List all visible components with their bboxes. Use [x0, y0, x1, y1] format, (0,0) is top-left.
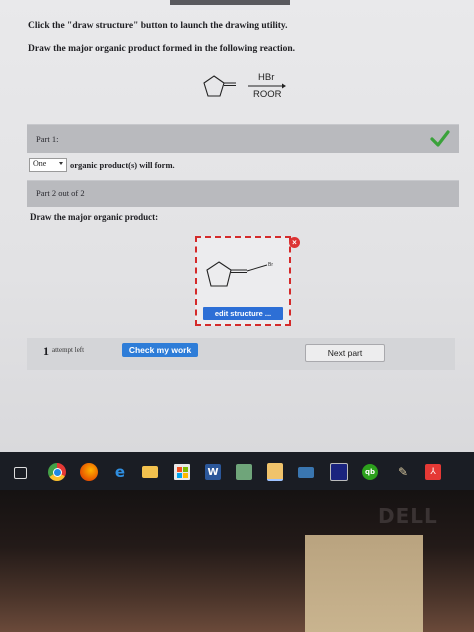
attempts-count: 1: [43, 344, 49, 358]
product-structure-drawing: Br: [206, 261, 273, 287]
attempts-label: attempt left: [52, 346, 85, 354]
photos-icon[interactable]: [267, 463, 283, 481]
reagent-hbr: HBr: [258, 72, 275, 83]
tool-icon[interactable]: ✎: [395, 464, 411, 480]
product-count-select[interactable]: One: [29, 158, 67, 172]
task-view-icon[interactable]: [14, 467, 27, 479]
monitor-brand-logo: DELL: [378, 504, 438, 528]
monitor-icon[interactable]: [330, 463, 348, 481]
top-tab-strip: [170, 0, 290, 5]
chevron-down-icon: [59, 162, 63, 165]
store-icon[interactable]: [174, 464, 190, 480]
part2-prompt: Draw the major organic product:: [30, 212, 159, 222]
instruction-draw-structure: Click the "draw structure" button to lau…: [28, 21, 288, 31]
excel-icon[interactable]: [236, 464, 252, 480]
check-my-work-button[interactable]: Check my work: [122, 343, 198, 357]
reaction-scheme: HBr ROOR: [196, 66, 296, 110]
reactant-methylenecyclopentane-structure: [203, 75, 286, 97]
part2-header: Part 2 out of 2: [27, 180, 459, 207]
file-explorer-icon[interactable]: [142, 466, 158, 478]
close-icon[interactable]: ×: [289, 237, 300, 248]
chrome-icon[interactable]: [48, 463, 66, 481]
firefox-icon[interactable]: [80, 463, 98, 481]
part2-label: Part 2 out of 2: [36, 188, 85, 198]
footer-panel: [27, 338, 455, 370]
instruction-reaction: Draw the major organic product formed in…: [28, 44, 296, 54]
part1-header: Part 1:: [27, 124, 459, 153]
reagent-roor: ROOR: [253, 89, 282, 100]
next-part-button[interactable]: Next part: [305, 344, 385, 362]
word-icon[interactable]: W: [205, 464, 221, 480]
browser-viewport: Click the "draw structure" button to lau…: [0, 0, 474, 452]
acrobat-icon[interactable]: ⅄: [425, 464, 441, 480]
edit-structure-button[interactable]: edit structure ...: [203, 307, 283, 320]
checkmark-icon: [430, 130, 450, 147]
mail-icon[interactable]: [298, 467, 314, 478]
product-count-suffix: organic product(s) will form.: [70, 160, 175, 170]
structure-answer-box[interactable]: Br edit structure ...: [195, 236, 291, 326]
edge-icon[interactable]: e: [112, 463, 128, 481]
part1-label: Part 1:: [36, 134, 59, 144]
monitor-stand-background: [305, 535, 423, 632]
bromine-atom-label: Br: [268, 262, 273, 268]
windows-taskbar: e W qb ✎ ⅄: [0, 452, 474, 490]
product-count-value: One: [33, 159, 47, 168]
quickbooks-icon[interactable]: qb: [362, 464, 378, 480]
